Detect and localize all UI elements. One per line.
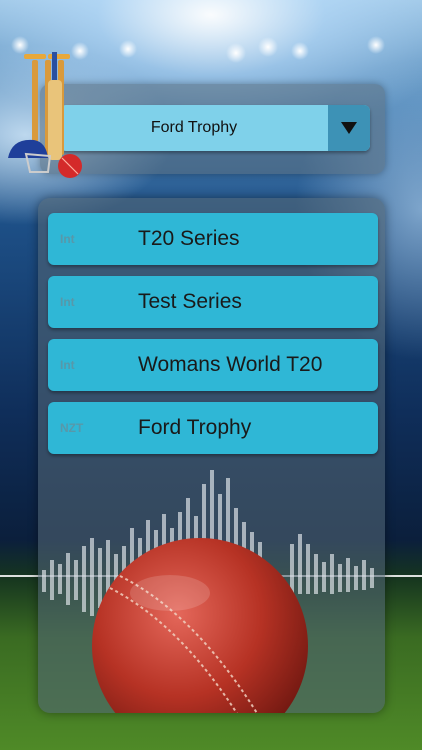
competition-list: Int T20 Series Int Test Series Int Woman… [38, 198, 385, 713]
dropdown-button[interactable] [328, 105, 370, 151]
dropdown-selected-value: Ford Trophy [150, 119, 238, 136]
triangle-down-icon [341, 122, 357, 134]
competition-dropdown[interactable]: Ford Trophy [60, 105, 370, 151]
cricket-logo [8, 52, 82, 178]
cricket-ball-illustration [42, 470, 374, 713]
